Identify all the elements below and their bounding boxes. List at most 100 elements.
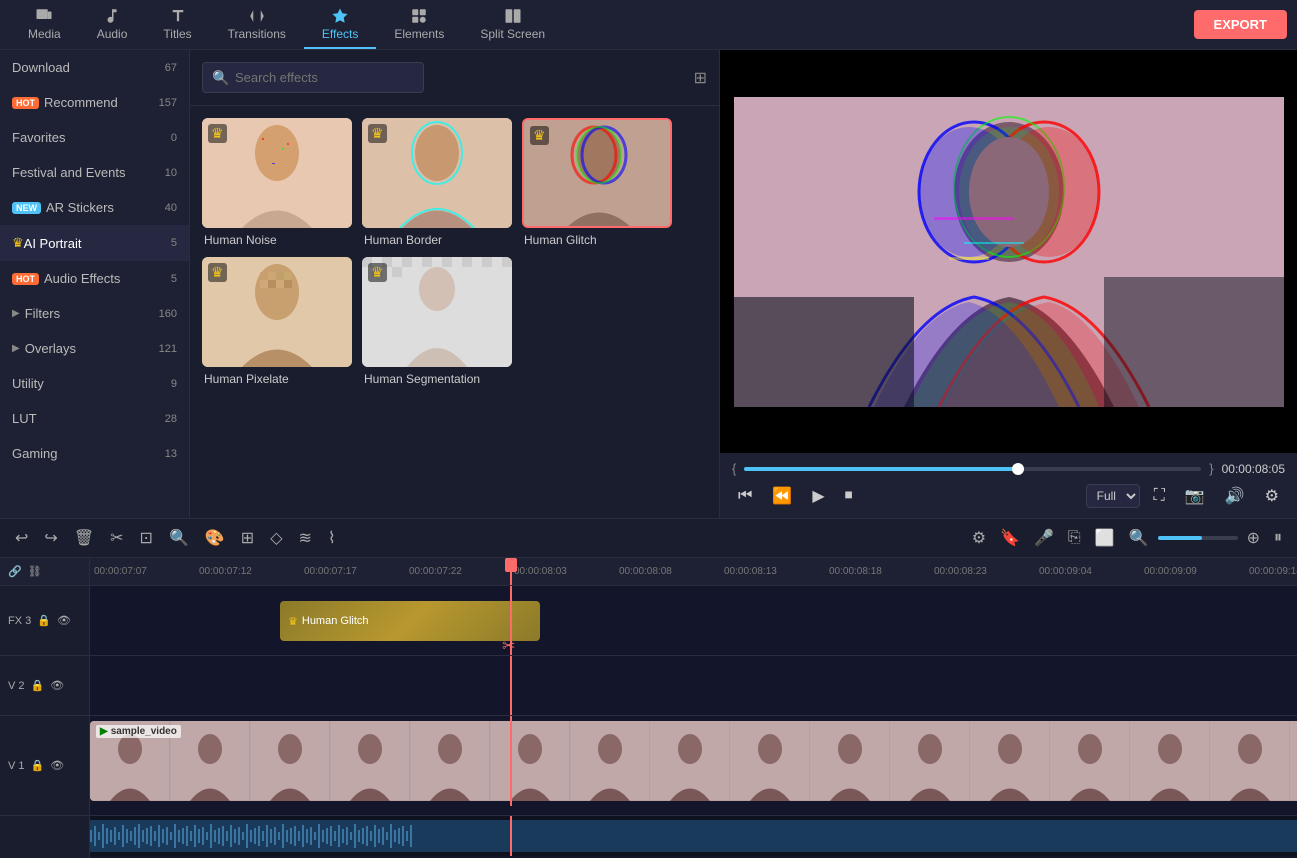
ruler-mark-8: 00:00:08:23 — [934, 566, 1039, 577]
sidebar-item-favorites[interactable]: Favorites 0 — [0, 120, 189, 155]
tracks-area: 00:00:07:07 00:00:07:12 00:00:07:17 00:0… — [90, 558, 1297, 858]
frame-back-button[interactable]: ⏪ — [766, 482, 798, 510]
waveform-svg: var x = 0; var bars = ''; for (var i = 0… — [90, 820, 1297, 852]
search-input[interactable] — [202, 62, 424, 93]
nav-elements[interactable]: Elements — [376, 0, 462, 49]
fullscreen-button[interactable]: ⛶ — [1148, 483, 1171, 509]
track-label-v1: V 1 🔒 👁 — [0, 716, 89, 816]
sidebar-item-ai-portrait[interactable]: ♛ AI Portrait 5 — [0, 225, 189, 261]
sidebar-item-ar-stickers[interactable]: NEW AR Stickers 40 — [0, 190, 189, 225]
fx-lock[interactable]: 🔒 — [37, 614, 51, 627]
crop-button[interactable]: ⊡ — [135, 525, 158, 551]
v2-eye[interactable]: 👁 — [50, 679, 64, 692]
waveform-button[interactable]: ⌇ — [323, 525, 341, 551]
progress-bar-container: { } 00:00:08:05 — [732, 461, 1285, 476]
undo-button[interactable]: ↩ — [10, 525, 33, 551]
grid-view-icon[interactable]: ⊞ — [694, 68, 707, 88]
nav-titles-label: Titles — [163, 27, 191, 41]
effect-card-human-glitch[interactable]: ♛ Human Glitch — [522, 118, 672, 247]
settings2-button[interactable]: ⚙ — [967, 525, 991, 551]
cut-button[interactable]: ✂ — [105, 525, 128, 551]
sidebar-item-overlays[interactable]: ▶ Overlays 121 — [0, 331, 189, 366]
nav-audio[interactable]: Audio — [79, 0, 146, 49]
effect-card-human-pixelate[interactable]: ♛ Hum — [202, 257, 352, 386]
v1-lock[interactable]: 🔒 — [31, 759, 45, 772]
transform-button[interactable]: ⊞ — [236, 525, 259, 551]
sidebar-item-utility[interactable]: Utility 9 — [0, 366, 189, 401]
nav-media[interactable]: Media — [10, 0, 79, 49]
sidebar-item-audio-effects[interactable]: HOT Audio Effects 5 — [0, 261, 189, 296]
audio-adjust-button[interactable]: ≋ — [294, 525, 317, 551]
playhead[interactable] — [510, 558, 512, 585]
zoom-out-button[interactable]: 🔍 — [1124, 525, 1154, 551]
copy-button[interactable]: ⎘ — [1063, 526, 1086, 550]
crown-tag: ♛ — [12, 235, 24, 251]
volume-button[interactable]: 🔊 — [1219, 482, 1251, 510]
sidebar-item-filters[interactable]: ▶ Filters 160 — [0, 296, 189, 331]
favorites-count: 0 — [171, 132, 177, 144]
step-back-button[interactable]: ⏮ — [732, 483, 758, 509]
nav-splitscreen[interactable]: Split Screen — [462, 0, 563, 49]
expand-arrow-2: ▶ — [12, 343, 20, 354]
export-button[interactable]: EXPORT — [1194, 10, 1287, 39]
nav-audio-label: Audio — [97, 27, 128, 41]
effects-panel: 🔍 ⊞ ♛ — [190, 50, 720, 518]
mic-button[interactable]: 🎤 — [1029, 525, 1059, 551]
ar-count: 40 — [165, 202, 177, 214]
link-toggle[interactable]: 🔗 — [8, 565, 22, 578]
progress-fill — [744, 467, 1018, 471]
sidebar-item-download[interactable]: Download 67 — [0, 50, 189, 85]
ruler-mark-9: 00:00:09:04 — [1039, 566, 1144, 577]
nav-effects[interactable]: Effects — [304, 0, 376, 49]
ruler-mark-3: 00:00:07:22 — [409, 566, 514, 577]
progress-thumb — [1012, 463, 1024, 475]
pause-tl-button[interactable]: ⏸ — [1269, 526, 1287, 550]
preview-canvas — [734, 97, 1284, 407]
nav-transitions-label: Transitions — [228, 27, 286, 41]
stop-button[interactable]: ⏹ — [839, 483, 859, 509]
fx-crown: ♛ — [288, 615, 298, 628]
playhead-top — [505, 558, 517, 572]
effect-card-human-noise[interactable]: ♛ Human Noise — [202, 118, 352, 247]
effect-card-human-border[interactable]: ♛ Human Border — [362, 118, 512, 247]
text-button[interactable]: ⬜ — [1090, 525, 1120, 551]
sidebar-item-recommend[interactable]: HOT Recommend 157 — [0, 85, 189, 120]
v1-eye[interactable]: 👁 — [50, 759, 64, 772]
snap-toggle[interactable]: ⛓ — [28, 565, 42, 578]
timeline-right-controls: ⚙ 🔖 🎤 ⎘ ⬜ 🔍 ⊕ ⏸ — [967, 525, 1287, 551]
v2-lock[interactable]: 🔒 — [31, 679, 45, 692]
keyframe-button[interactable]: ◇ — [265, 525, 287, 551]
play-button[interactable]: ▶ — [806, 482, 830, 510]
zoom-clip-button[interactable]: 🔍 — [164, 525, 194, 551]
nav-transitions[interactable]: Transitions — [210, 0, 304, 49]
ruler-mark-1: 00:00:07:12 — [199, 566, 304, 577]
effect-card-human-segmentation[interactable]: ♛ — [362, 257, 512, 386]
sidebar-item-lut[interactable]: LUT 28 — [0, 401, 189, 436]
audio-icon — [103, 7, 121, 25]
snapshot-button[interactable]: 📷 — [1179, 482, 1211, 510]
delete-button[interactable]: 🗑 — [69, 525, 99, 551]
effect-label-human-border: Human Border — [362, 233, 512, 247]
nav-titles[interactable]: Titles — [145, 0, 209, 49]
audio-clip[interactable]: var x = 0; var bars = ''; for (var i = 0… — [90, 820, 1297, 852]
fx-clip[interactable]: ♛ Human Glitch — [280, 601, 540, 641]
color-button[interactable]: 🎨 — [200, 525, 230, 551]
lut-count: 28 — [165, 413, 177, 425]
sidebar: Download 67 HOT Recommend 157 Favorites … — [0, 50, 190, 518]
settings-button[interactable]: ⚙ — [1259, 482, 1285, 510]
redo-button[interactable]: ↪ — [39, 525, 62, 551]
resolution-select[interactable]: Full 1/2 1/4 — [1086, 484, 1140, 508]
ruler-mark-4: 00:00:08:03 — [514, 566, 619, 577]
elements-icon — [410, 7, 428, 25]
sidebar-item-gaming[interactable]: Gaming 13 — [0, 436, 189, 471]
video-clip-label: ▶ sample_video — [96, 725, 181, 738]
progress-bar[interactable] — [744, 467, 1201, 471]
zoom-fill — [1158, 536, 1202, 540]
zoom-bar — [1158, 536, 1238, 540]
ruler-mark-0: 00:00:07:07 — [94, 566, 199, 577]
fx-eye[interactable]: 👁 — [57, 614, 71, 627]
zoom-in-button[interactable]: ⊕ — [1242, 525, 1265, 551]
video-clip[interactable]: ▶ sample_video — [90, 721, 1297, 801]
sidebar-item-festival[interactable]: Festival and Events 10 — [0, 155, 189, 190]
bookmark-button[interactable]: 🔖 — [995, 525, 1025, 551]
